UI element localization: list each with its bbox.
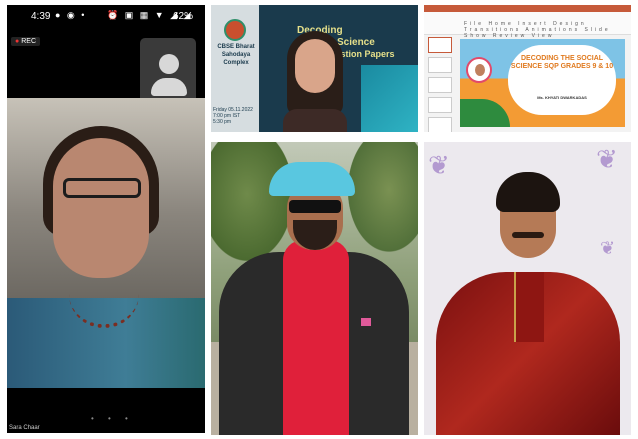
butterfly-icon: ❦ (428, 150, 450, 180)
hair (496, 172, 560, 212)
org-name: CBSE Bharat Sahodaya Complex (217, 44, 255, 66)
sweater (283, 240, 349, 435)
slide-thumbnail[interactable] (428, 57, 452, 73)
shirt (283, 109, 347, 132)
notification-icons: ● ◉ • (55, 10, 87, 20)
current-slide: DECODING THE SOCIAL SCIENCE SQP GRADES 9… (460, 39, 625, 127)
phone-participant-tile[interactable]: 4:39 ● ◉ • ⏰ ▣ ▦ ▼ ◢ ◢ 62% ● REC • • • Sa… (7, 5, 205, 433)
slide-presenter: Ms. KHYATI DWARKADAS (537, 95, 587, 100)
kurta-placket (514, 272, 544, 342)
session-info-panel: CBSE Bharat Sahodaya Complex Friday 05.1… (211, 5, 259, 132)
slide-thumbnails[interactable] (428, 37, 454, 132)
slide-thumbnail[interactable] (428, 77, 452, 93)
ribbon-tabs: File Home Insert Design Transitions Anim… (464, 21, 611, 39)
participant-video (7, 98, 205, 388)
slide-title: DECODING THE SOCIAL SCIENCE SQP GRADES 9… (510, 55, 614, 70)
presenter-photo (466, 57, 492, 83)
presenter-video (283, 31, 347, 132)
record-dot-icon: ● (15, 38, 20, 45)
pocket-square (361, 318, 371, 326)
rec-label: REC (21, 38, 37, 45)
butterfly-icon: ❦ (596, 144, 618, 174)
moustache (512, 232, 544, 238)
app-title-bar (424, 5, 631, 12)
phone-status-bar: 4:39 ● ◉ • ⏰ ▣ ▦ ▼ ◢ ◢ 62% (7, 5, 205, 29)
slide-thumbnail[interactable] (428, 37, 452, 53)
face (53, 138, 149, 278)
glasses (63, 178, 141, 198)
time-line-2: 5:30 pm (213, 119, 232, 125)
session-date: Friday 05.11.2022 7:00 pm IST 5:30 pm (213, 107, 261, 125)
screen-share-tile[interactable]: File Home Insert Design Transitions Anim… (424, 5, 631, 132)
presenter-tile[interactable]: CBSE Bharat Sahodaya Complex Friday 05.1… (211, 5, 418, 132)
face (295, 39, 335, 93)
cap (269, 162, 355, 196)
participant-tile-kurta[interactable]: ❦ ❦ ❦ (424, 142, 631, 435)
butterfly-icon: ❦ (600, 238, 616, 258)
banner-stripe (361, 65, 418, 132)
participant-tile-cap[interactable] (211, 142, 418, 435)
participant-name: Sara Chaar (9, 425, 40, 431)
background-tree (341, 142, 418, 262)
sunglasses (289, 200, 341, 213)
slide-thumbnail[interactable] (428, 97, 452, 113)
battery-level: 62% (173, 11, 194, 22)
status-time: 4:39 (31, 11, 51, 22)
page-dots: • • • (91, 414, 134, 423)
photo-face (475, 64, 485, 76)
recording-badge: ● REC (11, 37, 41, 46)
slide-title-card: DECODING THE SOCIAL SCIENCE SQP GRADES 9… (508, 45, 616, 115)
avatar-head-icon (159, 54, 179, 74)
avatar-body-icon (151, 78, 187, 96)
slide-thumbnail[interactable] (428, 117, 452, 132)
ribbon-toolbar[interactable]: File Home Insert Design Transitions Anim… (424, 12, 631, 39)
org-logo-icon (224, 19, 246, 41)
